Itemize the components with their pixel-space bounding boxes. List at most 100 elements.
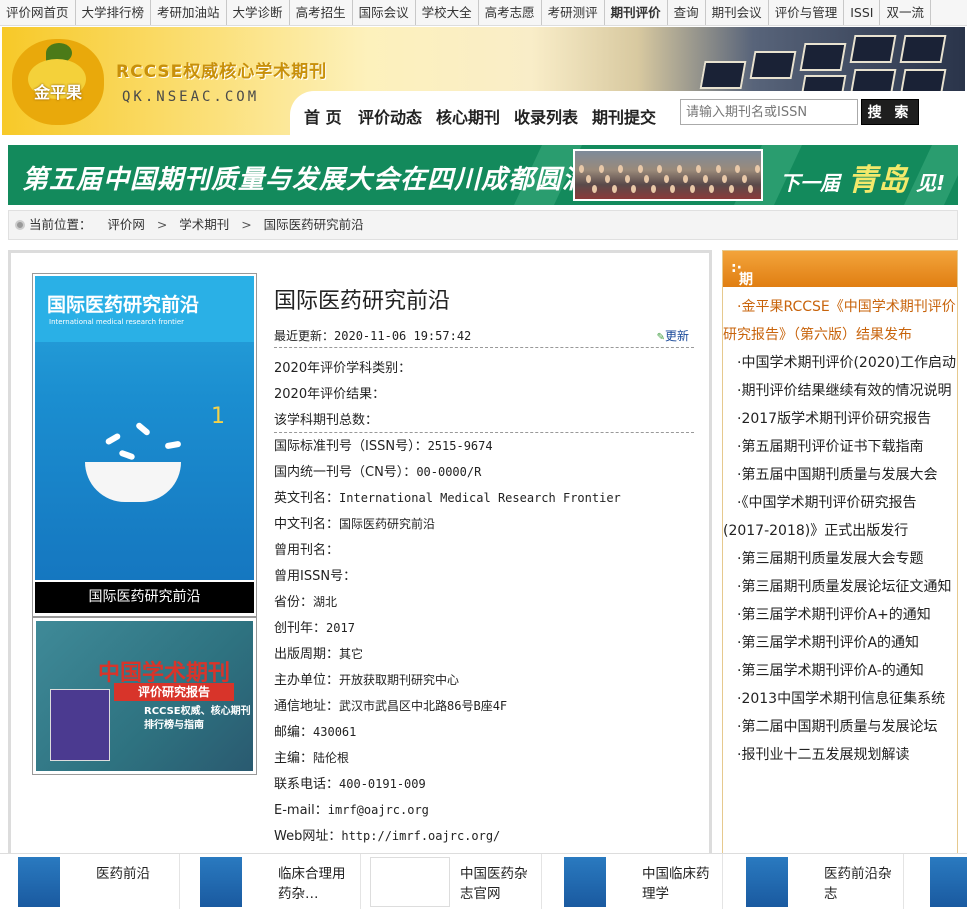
field-value: 国际医药研究前沿 <box>339 517 436 531</box>
field-label: 创刊年： <box>274 621 327 636</box>
topnav-item[interactable]: 期刊会议 <box>706 0 769 25</box>
news-item[interactable]: ·第三届学术期刊评价A+的通知 <box>723 601 957 629</box>
field-row: 主编：陆伦根 <box>274 747 694 766</box>
tile-image <box>899 35 947 63</box>
topnav-item[interactable]: 评价网首页 <box>0 0 76 25</box>
journal-thumbnail <box>18 857 60 907</box>
topnav-item[interactable]: 考研加油站 <box>151 0 227 25</box>
related-journal-label: 中国临床药理学 <box>642 866 710 902</box>
banner-text: 第五届中国期刊质量与发展大会在四川成都圆满召开! <box>22 165 656 195</box>
topnav-item[interactable]: 考研测评 <box>542 0 605 25</box>
topnav-item[interactable]: 大学排行榜 <box>76 0 152 25</box>
news-item[interactable]: ·第三届期刊质量发展大会专题 <box>723 545 957 573</box>
field-row: 省份：湖北 <box>274 591 694 610</box>
tile-image <box>799 43 847 71</box>
field-label: Web网址： <box>274 829 342 844</box>
topnav-item[interactable]: 期刊评价 <box>605 0 668 25</box>
breadcrumb-item-journals[interactable]: 学术期刊 <box>179 217 229 232</box>
journal-thumbnail <box>746 857 788 907</box>
nav-news[interactable]: 评价动态 <box>358 104 422 128</box>
ad-text: RCCSE权威、核心期刊 排行榜与指南 <box>144 706 251 731</box>
field-value[interactable]: http://imrf.oajrc.org/ <box>341 829 500 843</box>
nav-index-list[interactable]: 收录列表 <box>514 104 578 128</box>
field-label: 国内统一刊号（CN号）： <box>274 465 417 480</box>
related-journals-bar: 医药前沿 临床合理用药杂… 中国医药杂志官网 中国临床药理学 医药前沿杂志 <box>0 853 967 909</box>
nav-home[interactable]: 首 页 <box>304 104 342 128</box>
tile-image <box>849 35 897 63</box>
report-ad[interactable]: 中国学术期刊 评价研究报告 RCCSE权威、核心期刊 排行榜与指南 <box>32 617 257 775</box>
field-value[interactable]: imrf@oajrc.org <box>328 803 429 817</box>
related-journal-label: 中国医药杂志官网 <box>460 866 528 902</box>
field-value: 湖北 <box>313 595 338 609</box>
news-item[interactable]: ·报刊业十二五发展规划解读 <box>723 741 957 769</box>
field-value: International Medical Research Frontier <box>339 491 621 505</box>
cover-image: 国际医药研究前沿 International medical research … <box>35 276 254 580</box>
topnav-item[interactable]: ISSI <box>844 0 881 25</box>
journal-thumbnail <box>200 857 242 907</box>
topnav-item[interactable]: 大学诊断 <box>227 0 290 25</box>
book-icon <box>50 689 110 761</box>
field-row: 创刊年：2017 <box>274 617 694 636</box>
field-value: 2515-9674 <box>427 439 493 453</box>
topnav-item[interactable]: 国际会议 <box>353 0 416 25</box>
journal-thumbnail[interactable] <box>930 857 967 907</box>
field-row: E-mail：imrf@oajrc.org <box>274 799 694 818</box>
last-updated: 最近更新：2020-11-06 19:57:42 <box>274 329 472 343</box>
cover-title: 国际医药研究前沿 <box>47 294 200 316</box>
cover-issue-number: 1 <box>211 404 225 429</box>
topnav-item[interactable]: 高考招生 <box>290 0 353 25</box>
search-input[interactable] <box>680 99 858 125</box>
tile-image <box>749 51 797 79</box>
nav-submit[interactable]: 期刊提交 <box>592 104 656 128</box>
journal-cover[interactable]: 国际医药研究前沿 International medical research … <box>32 273 257 617</box>
logo-text: 金平果 <box>33 83 82 102</box>
news-item[interactable]: ·2013中国学术期刊信息征集系统 <box>723 685 957 713</box>
search-button[interactable]: 搜 索 <box>861 99 919 125</box>
news-item[interactable]: ·第三届学术期刊评价A-的通知 <box>723 657 957 685</box>
field-label: 通信地址： <box>274 699 340 714</box>
update-link[interactable]: ✎更新 <box>657 327 689 344</box>
news-item[interactable]: ·第五届期刊评价证书下载指南 <box>723 433 957 461</box>
news-item[interactable]: ·第二届中国期刊质量与发展论坛 <box>723 713 957 741</box>
news-item[interactable]: ·2017版学术期刊评价研究报告 <box>723 405 957 433</box>
related-journal[interactable]: 医药前沿 <box>0 854 180 909</box>
field-value: 2017 <box>326 621 355 635</box>
sidebar-title: :· 期刊评价动态 <box>731 260 753 388</box>
field-value: 400-0191-009 <box>339 777 426 791</box>
news-item[interactable]: ·第三届学术期刊评价A的通知 <box>723 629 957 657</box>
related-journal[interactable]: 中国医药杂志官网 <box>362 854 542 909</box>
breadcrumb-sep: > <box>156 217 168 232</box>
news-item[interactable]: ·期刊评价结果继续有效的情况说明 <box>723 377 957 405</box>
field-label: 2020年评价学科类别： <box>274 361 412 376</box>
field-row: 联系电话：400-0191-009 <box>274 773 694 792</box>
nav-core-journals[interactable]: 核心期刊 <box>436 104 500 128</box>
topnav-item[interactable]: 评价与管理 <box>769 0 845 25</box>
topnav-item[interactable]: 查询 <box>668 0 706 25</box>
news-item[interactable]: ·《中国学术期刊评价研究报告(2017-2018)》正式出版发行 <box>723 489 957 545</box>
related-journal[interactable]: 中国临床药理学 <box>543 854 723 909</box>
conference-banner[interactable]: 第五届中国期刊质量与发展大会在四川成都圆满召开! 下一届 青岛 见! <box>8 145 958 205</box>
tile-image <box>699 61 747 89</box>
field-label: 主编： <box>274 751 314 766</box>
field-row: 英文刊名：International Medical Research Fron… <box>274 487 694 506</box>
field-label: E-mail： <box>274 803 328 818</box>
logo[interactable]: 金平果 <box>12 39 104 125</box>
topnav-item[interactable]: 双一流 <box>880 0 931 25</box>
topnav-item[interactable]: 学校大全 <box>416 0 479 25</box>
field-row: 该学科期刊总数： <box>274 409 694 428</box>
field-row: 2020年评价结果： <box>274 383 694 402</box>
news-item[interactable]: ·中国学术期刊评价(2020)工作启动 <box>723 349 957 377</box>
journal-title: 国际医药研究前沿 <box>274 289 451 314</box>
news-item[interactable]: ·第三届期刊质量发展论坛征文通知 <box>723 573 957 601</box>
pencil-icon: ✎ <box>656 332 665 343</box>
news-item[interactable]: ·第五届中国期刊质量与发展大会 <box>723 461 957 489</box>
cover-caption: 国际医药研究前沿 <box>35 582 254 613</box>
related-journal[interactable]: 临床合理用药杂… <box>181 854 361 909</box>
news-item[interactable]: ·金平果RCCSE《中国学术期刊评价研究报告》（第六版）结果发布 <box>723 293 957 349</box>
main-nav: 首 页 评价动态 核心期刊 收录列表 期刊提交 搜 索 <box>290 91 965 135</box>
topnav-item[interactable]: 高考志愿 <box>479 0 542 25</box>
breadcrumb-item-home[interactable]: 评价网 <box>107 217 145 232</box>
field-row: 中文刊名：国际医药研究前沿 <box>274 513 694 532</box>
field-value: 陆伦根 <box>313 751 350 765</box>
related-journal[interactable]: 医药前沿杂志 <box>724 854 904 909</box>
